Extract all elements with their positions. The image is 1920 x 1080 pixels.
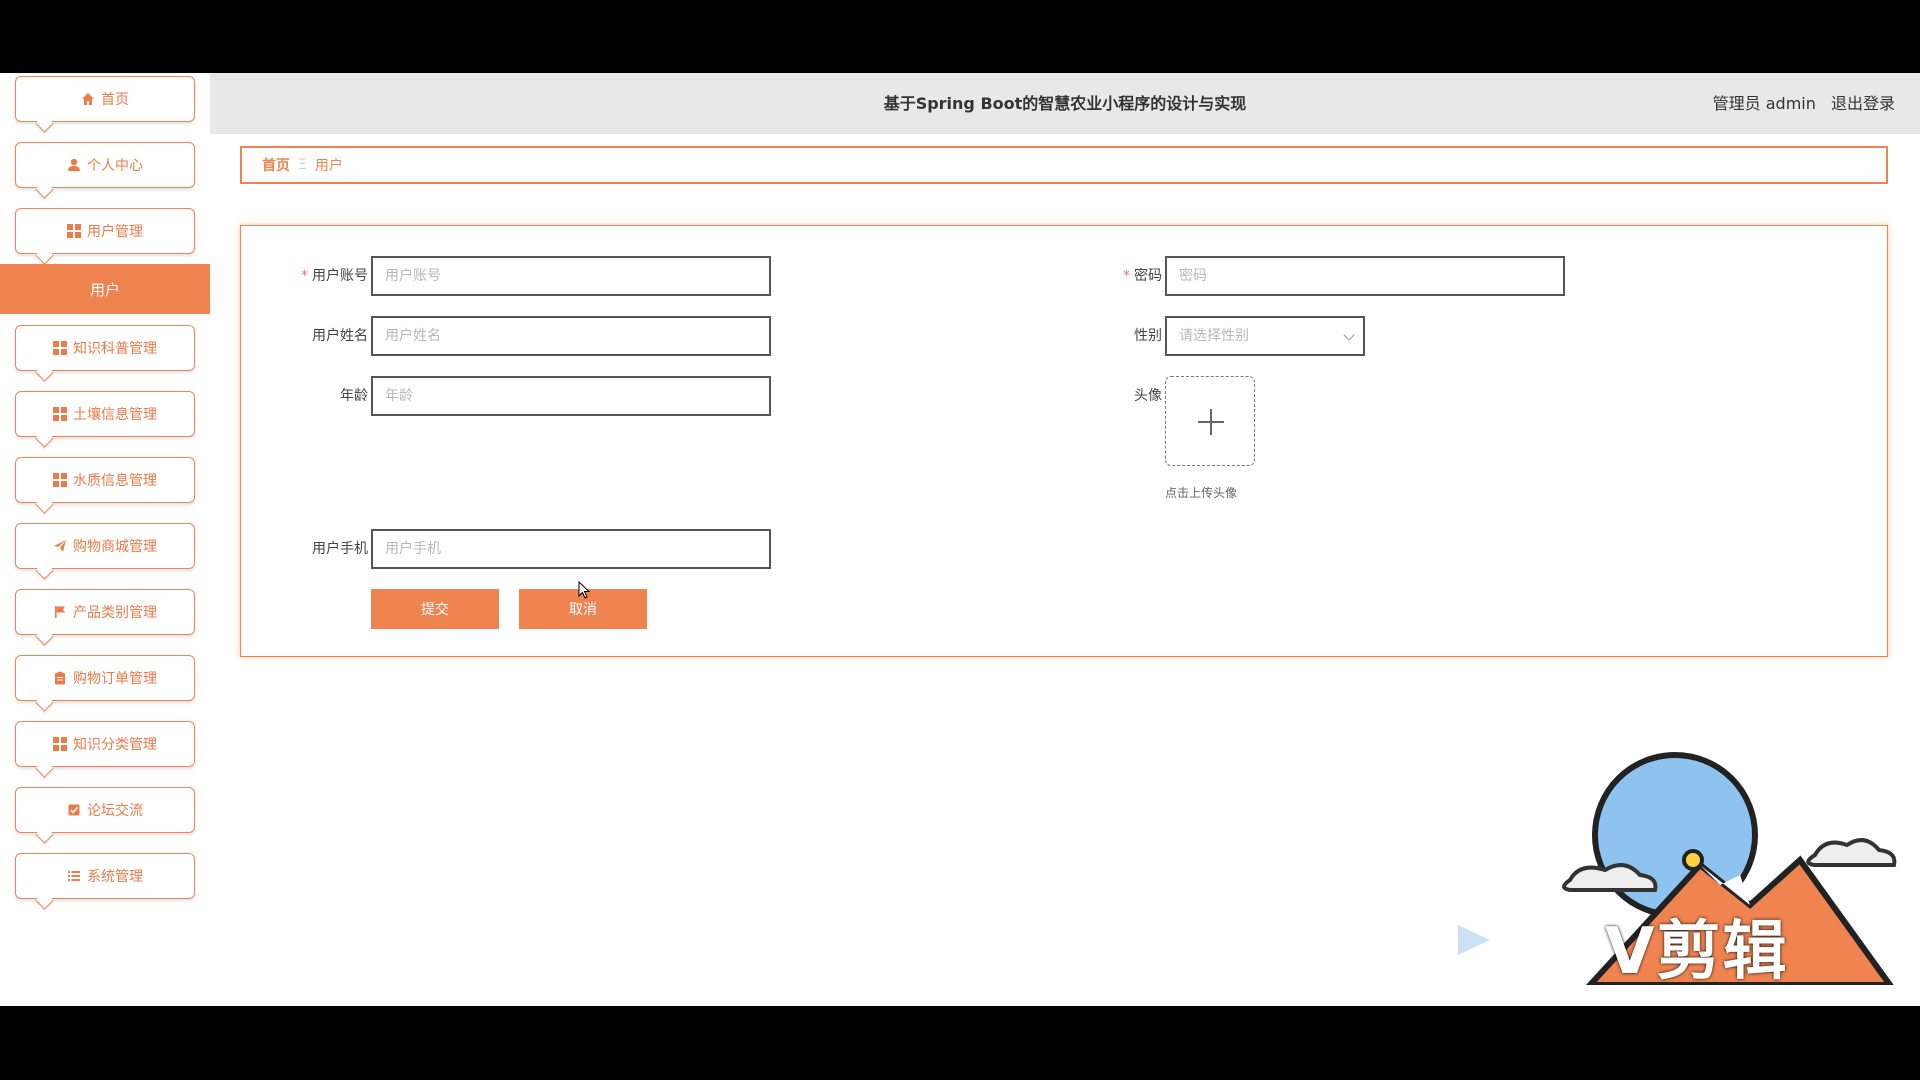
- breadcrumb: 首页 Ξ 用户: [240, 146, 1888, 184]
- grid-icon: [53, 737, 67, 751]
- sidebar-item-label: 系统管理: [87, 869, 143, 885]
- sidebar-item-label: 首页: [101, 92, 129, 108]
- sidebar-item-water[interactable]: 水质信息管理: [15, 457, 195, 503]
- gender-select[interactable]: 请选择性别: [1165, 316, 1365, 356]
- sidebar-item-label: 土壤信息管理: [73, 407, 157, 423]
- flag-icon: [53, 605, 67, 619]
- required-mark: *: [301, 268, 308, 284]
- phone-input[interactable]: [371, 529, 771, 569]
- app-title: 基于Spring Boot的智慧农业小程序的设计与实现: [883, 94, 1247, 113]
- paper-plane-icon: [53, 539, 67, 553]
- sidebar-item-label: 知识科普管理: [73, 341, 157, 357]
- phone-label: 用户手机: [312, 541, 368, 557]
- sidebar-item-knowledge-category[interactable]: 知识分类管理: [15, 721, 195, 767]
- top-header: 基于Spring Boot的智慧农业小程序的设计与实现 管理员 admin 退出…: [210, 73, 1920, 134]
- sidebar-item-label: 产品类别管理: [73, 605, 157, 621]
- sidebar-item-label: 个人中心: [87, 158, 143, 174]
- sidebar-item-personal-center[interactable]: 个人中心: [15, 142, 195, 188]
- person-icon: [67, 158, 81, 172]
- list-icon: [67, 869, 81, 883]
- age-label: 年龄: [340, 388, 368, 404]
- sidebar-subitem-user[interactable]: 用户: [0, 264, 210, 314]
- breadcrumb-current: 用户: [314, 158, 343, 174]
- sidebar: 首页 个人中心 用户管理 用户 知识科普管理 土壤信息管理 水质信息管理 购物商…: [0, 73, 210, 1006]
- sidebar-item-home[interactable]: 首页: [15, 76, 195, 122]
- password-label: * 密码: [1123, 268, 1162, 284]
- name-input[interactable]: [371, 316, 771, 356]
- watermark-text: V剪辑: [1605, 915, 1789, 989]
- sidebar-item-knowledge[interactable]: 知识科普管理: [15, 325, 195, 371]
- sidebar-item-label: 知识分类管理: [73, 737, 157, 753]
- sidebar-item-label: 水质信息管理: [73, 473, 157, 489]
- account-label: * 用户账号: [301, 268, 368, 284]
- breadcrumb-separator: Ξ: [298, 157, 307, 173]
- sidebar-item-category[interactable]: 产品类别管理: [15, 589, 195, 635]
- gender-select-value: 请选择性别: [1179, 328, 1249, 344]
- sidebar-item-soil[interactable]: 土壤信息管理: [15, 391, 195, 437]
- name-label: 用户姓名: [312, 328, 368, 344]
- sidebar-item-system[interactable]: 系统管理: [15, 853, 195, 899]
- sidebar-item-user-management[interactable]: 用户管理: [15, 208, 195, 254]
- avatar-upload-tip: 点击上传头像: [1165, 486, 1238, 500]
- grid-icon: [53, 407, 67, 421]
- grid-icon: [67, 224, 81, 238]
- avatar-label: 头像: [1134, 388, 1162, 404]
- gender-label: 性别: [1134, 328, 1162, 344]
- mouse-cursor-icon: [578, 581, 590, 599]
- clipboard-icon: [53, 671, 67, 685]
- avatar-upload[interactable]: [1165, 376, 1255, 466]
- home-icon: [81, 92, 95, 106]
- grid-icon: [53, 473, 67, 487]
- user-role: 管理员 admin: [1712, 94, 1816, 113]
- password-input[interactable]: [1165, 256, 1565, 296]
- sidebar-item-label: 购物商城管理: [73, 539, 157, 555]
- chevron-down-icon: [1343, 329, 1355, 341]
- checkbox-icon: [67, 803, 81, 817]
- logout-link[interactable]: 退出登录: [1831, 94, 1895, 113]
- sidebar-item-forum[interactable]: 论坛交流: [15, 787, 195, 833]
- sidebar-item-label: 用户管理: [87, 224, 143, 240]
- account-input[interactable]: [371, 256, 771, 296]
- grid-icon: [53, 341, 67, 355]
- bottom-black-band: [0, 1006, 1920, 1080]
- sidebar-item-mall[interactable]: 购物商城管理: [15, 523, 195, 569]
- user-area: 管理员 admin 退出登录: [1703, 73, 1895, 134]
- plus-icon: [1210, 409, 1212, 435]
- age-input[interactable]: [371, 376, 771, 416]
- required-mark: *: [1123, 268, 1130, 284]
- submit-button[interactable]: 提交: [371, 589, 499, 629]
- sidebar-item-orders[interactable]: 购物订单管理: [15, 655, 195, 701]
- sidebar-item-label: 购物订单管理: [73, 671, 157, 687]
- user-form: *用户账号 *密码 用户姓名 性别 请选择性别 年龄 头像: [240, 225, 1888, 657]
- sidebar-item-label: 论坛交流: [87, 803, 143, 819]
- breadcrumb-home[interactable]: 首页: [262, 155, 290, 175]
